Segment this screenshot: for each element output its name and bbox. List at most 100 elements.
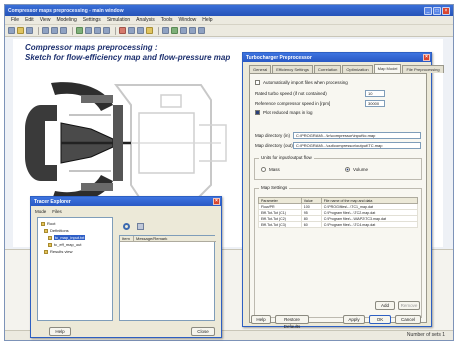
table-icon[interactable] <box>180 27 187 34</box>
volume-radio[interactable] <box>345 167 350 172</box>
refresh-icon[interactable] <box>123 223 130 230</box>
rated-speed-field[interactable]: 10 <box>365 90 385 97</box>
cancel-button[interactable]: Cancel <box>395 315 421 324</box>
redo-icon[interactable] <box>137 27 144 34</box>
menu-edit[interactable]: Edit <box>25 17 34 23</box>
map-directory-in-label: Map directory (in) <box>255 133 291 138</box>
run-icon[interactable] <box>76 27 83 34</box>
units-group-label: Units for input/output flow <box>259 155 314 160</box>
undo-icon[interactable] <box>128 27 135 34</box>
tree-item-root[interactable]: Root <box>41 221 55 226</box>
tab-file-preprocessing[interactable]: File Preprocessing <box>402 65 444 73</box>
tab-correlation[interactable]: Correlation <box>313 65 342 73</box>
volume-option[interactable]: Volume <box>345 167 368 172</box>
layer-icon[interactable] <box>189 27 196 34</box>
help-icon[interactable] <box>198 27 205 34</box>
explorer-close-button[interactable]: Close <box>191 327 215 336</box>
status-text: Number of sets 1 <box>406 332 445 338</box>
mass-radio[interactable] <box>261 167 266 172</box>
explorer-dialog-titlebar: Tracer Explorer × <box>31 197 221 206</box>
explorer-tree[interactable]: Root Definitions tc_map_input.txt tc_eff… <box>37 217 113 321</box>
map-settings-group-label: Map Settings <box>259 185 290 190</box>
tree-item-output-map[interactable]: tc_eff_map_out <box>48 242 82 247</box>
menu-simulation[interactable]: Simulation <box>107 17 130 23</box>
tab-general[interactable]: General <box>249 65 272 73</box>
auto-import-checkbox[interactable] <box>255 80 260 85</box>
minimize-button[interactable]: _ <box>424 6 432 15</box>
dialog-close-icon[interactable]: × <box>423 54 430 61</box>
print-icon[interactable] <box>162 27 169 34</box>
menu-file[interactable]: File <box>11 17 19 23</box>
add-map-button[interactable]: Add <box>375 301 395 310</box>
grid-icon[interactable] <box>103 27 110 34</box>
column-header-message[interactable]: Message/Remark <box>134 236 167 241</box>
menu-tools[interactable]: Tools <box>161 17 173 23</box>
mass-option[interactable]: Mass <box>261 167 280 172</box>
menu-window[interactable]: Window <box>178 17 196 23</box>
reference-speed-field[interactable]: 30000 <box>365 100 385 107</box>
cut-icon[interactable] <box>42 27 49 34</box>
map-files-table[interactable]: Parameter Value File name of the map and… <box>258 197 419 228</box>
map-directory-in-field[interactable]: C:\PROGRAM\...\in\compressor\input\tc.ma… <box>293 132 421 139</box>
tab-map-model[interactable]: Map Model <box>373 64 402 73</box>
map-directory-out-field[interactable]: C:\PROGRAM\...\out\compressor\output\TC.… <box>293 142 421 149</box>
help-button[interactable]: Help <box>251 315 271 324</box>
new-file-icon[interactable] <box>8 27 15 34</box>
explorer-dialog-title: Tracer Explorer <box>34 198 71 205</box>
plot-icon[interactable] <box>171 27 178 34</box>
tree-item-definitions[interactable]: Definitions <box>44 228 69 233</box>
tree-item-results-view[interactable]: Results view <box>44 249 72 254</box>
toolbar-separator <box>158 26 159 35</box>
menu-analysis[interactable]: Analysis <box>136 17 155 23</box>
menu-help[interactable]: Help <box>202 17 212 23</box>
copy-icon[interactable] <box>51 27 58 34</box>
folder-icon <box>41 221 45 226</box>
reference-speed-label: Reference compressor speed in [rpm] <box>255 101 331 106</box>
window-title: Compressor maps preprocessing - main win… <box>8 7 124 14</box>
menu-view[interactable]: View <box>40 17 51 23</box>
apply-button[interactable]: Apply <box>343 315 365 324</box>
column-header-item[interactable]: Item <box>120 236 134 241</box>
plot-log-label: Plot reduced maps in log <box>263 110 313 115</box>
settings-tabs: General Efficiency Settings Correlation … <box>249 64 445 73</box>
plot-log-checkbox[interactable] <box>255 110 260 115</box>
menu-bar: File Edit View Modeling Settings Simulat… <box>5 16 453 25</box>
folder-icon <box>44 249 48 254</box>
restore-defaults-button[interactable]: Restore Defaults <box>275 315 309 329</box>
settings-icon[interactable] <box>137 223 144 230</box>
table-cell: Effi.Tot-Tot (C3) <box>258 221 302 228</box>
explorer-close-icon[interactable]: × <box>213 198 220 205</box>
remove-map-button[interactable]: Remove <box>398 301 420 310</box>
explorer-help-button[interactable]: Help <box>49 327 71 336</box>
zoom-out-icon[interactable] <box>94 27 101 34</box>
map-model-panel: Automatically import files when processi… <box>249 73 427 323</box>
document-title-line1: Compressor maps preprocessing : <box>25 43 158 52</box>
stop-icon[interactable] <box>119 27 126 34</box>
ok-button[interactable]: OK <box>369 315 391 324</box>
messages-list[interactable]: Item Message/Remark <box>119 235 216 321</box>
table-row[interactable]: Effi.Tot-Tot (C3) 60 C:\Program files\..… <box>258 221 419 228</box>
auto-import-label: Automatically import files when processi… <box>263 80 348 85</box>
tab-optimization[interactable]: Optimization <box>342 65 373 73</box>
file-icon <box>48 242 52 247</box>
paste-icon[interactable] <box>60 27 67 34</box>
auto-import-option[interactable]: Automatically import files when processi… <box>255 80 348 85</box>
explorer-menu: Mode Files <box>35 209 62 214</box>
explorer-menu-files[interactable]: Files <box>52 209 62 214</box>
maximize-button[interactable]: □ <box>433 6 441 15</box>
file-icon <box>48 235 52 240</box>
menu-modeling[interactable]: Modeling <box>56 17 76 23</box>
menu-settings[interactable]: Settings <box>83 17 101 23</box>
units-group: Units for input/output flow Mass Volume <box>254 155 422 180</box>
tab-efficiency-settings[interactable]: Efficiency Settings <box>272 65 313 73</box>
zoom-in-icon[interactable] <box>85 27 92 34</box>
properties-icon[interactable] <box>146 27 153 34</box>
plot-log-option[interactable]: Plot reduced maps in log <box>255 110 313 115</box>
map-settings-group: Map Settings Parameter Value File name o… <box>254 185 422 318</box>
save-icon[interactable] <box>26 27 33 34</box>
explorer-menu-mode[interactable]: Mode <box>35 209 46 214</box>
folder-icon <box>44 228 48 233</box>
tree-item-input-map[interactable]: tc_map_input.txt <box>48 235 86 240</box>
open-folder-icon[interactable] <box>17 27 24 34</box>
close-window-button[interactable]: × <box>442 6 450 15</box>
